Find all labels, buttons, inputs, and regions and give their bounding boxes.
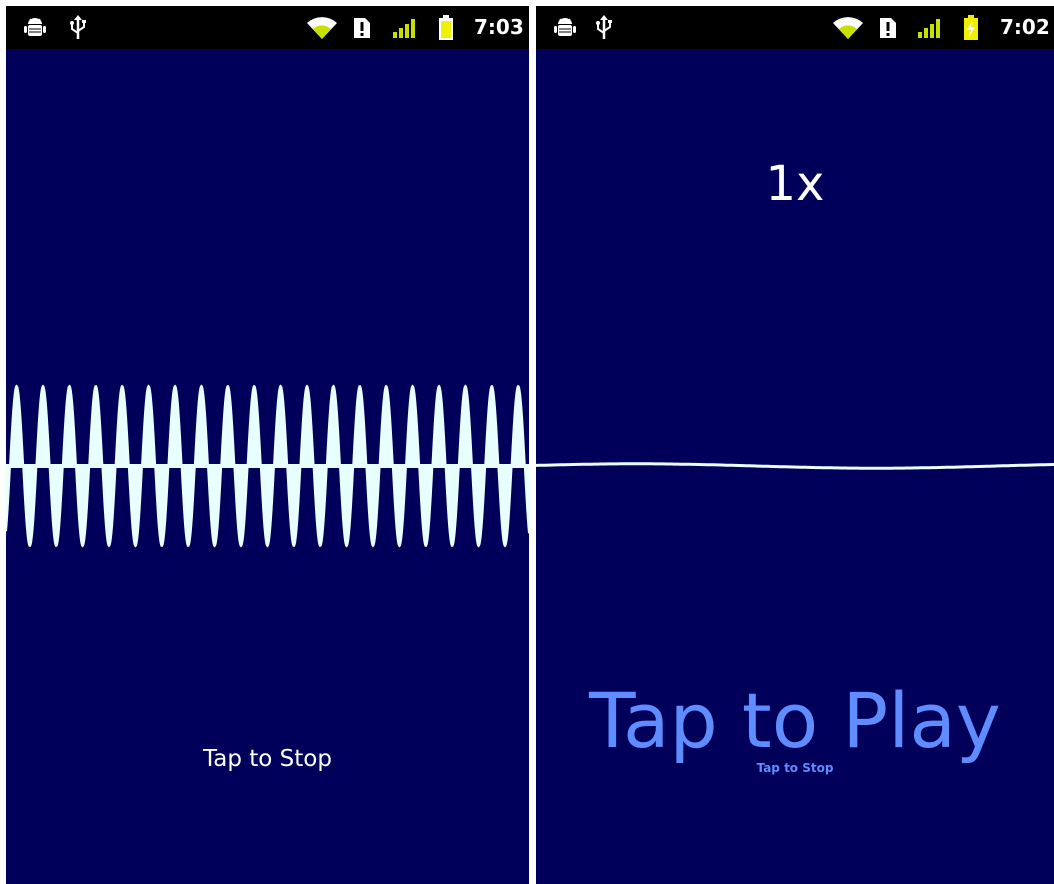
right-screen[interactable]: 7:02 1x Tap to Play Tap to Stop: [536, 6, 1054, 884]
android-debug-icon: [22, 6, 48, 49]
battery-icon: [436, 6, 456, 49]
alert-icon: [352, 6, 372, 49]
tap-to-stop-label: Tap to Stop: [756, 761, 834, 775]
android-debug-icon: [552, 6, 578, 49]
usb-icon: [594, 6, 614, 49]
alert-icon: [878, 6, 898, 49]
status-bar: 7:02: [536, 6, 1054, 49]
wifi-icon: [831, 6, 865, 49]
waveform-trace: [536, 462, 1054, 470]
tap-to-play-button[interactable]: Tap to Play: [536, 676, 1054, 765]
tap-to-stop-button[interactable]: Tap to Stop: [6, 746, 529, 772]
clock: 7:03: [474, 15, 524, 39]
wifi-icon: [305, 6, 339, 49]
signal-icon: [917, 6, 945, 49]
battery-charging-icon: [961, 6, 981, 49]
signal-icon: [392, 6, 420, 49]
usb-icon: [68, 6, 88, 49]
left-screen[interactable]: 7:03 Tap to Stop: [6, 6, 529, 884]
clock: 7:02: [1000, 15, 1050, 39]
status-bar: 7:03: [6, 6, 529, 49]
